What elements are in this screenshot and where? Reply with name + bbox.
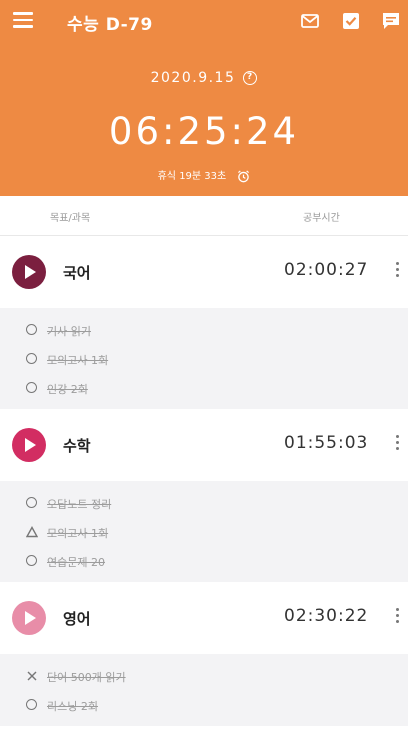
- study-clock: 06:25:24: [108, 110, 300, 153]
- task-item[interactable]: 기사 읽기: [0, 316, 408, 345]
- task-label: 모의고사 1회: [47, 354, 109, 367]
- task-label: 모의고사 1회: [47, 527, 109, 540]
- rest-timer: 휴식 19분 33초: [0, 167, 408, 183]
- play-icon[interactable]: [12, 428, 46, 462]
- app-screen: 수능 D-79 2020.9.15? 06:25:24 휴식 19분 33초 목…: [0, 0, 408, 744]
- task-label: 연습문제 20: [47, 556, 105, 569]
- play-icon[interactable]: [12, 601, 46, 635]
- alarm-icon[interactable]: [237, 169, 250, 183]
- subject-name: 국어: [63, 264, 91, 282]
- circle-mark-icon: [26, 497, 37, 508]
- task-label: 단어 500개 읽기: [47, 671, 126, 684]
- checkbox-icon[interactable]: [341, 11, 361, 31]
- task-item[interactable]: 모의고사 1회: [0, 345, 408, 374]
- mail-icon[interactable]: [300, 11, 320, 31]
- help-icon[interactable]: ?: [243, 71, 258, 85]
- circle-mark-icon: [26, 382, 37, 393]
- column-goal-subject: 목표/과목: [50, 213, 91, 224]
- task-item[interactable]: 리스닝 2회: [0, 691, 408, 720]
- top-bar: 수능 D-79: [0, 0, 408, 44]
- task-label: 리스닝 2회: [47, 700, 98, 713]
- header: 수능 D-79 2020.9.15? 06:25:24 휴식 19분 33초: [0, 0, 408, 196]
- task-list: 기사 읽기 모의고사 1회 인강 2회: [0, 308, 408, 409]
- task-item[interactable]: 인강 2회: [0, 374, 408, 403]
- more-vertical-icon[interactable]: [394, 608, 400, 626]
- subject-row[interactable]: 국어 02:00:27: [0, 236, 408, 308]
- task-item[interactable]: 모의고사 1회: [0, 518, 408, 547]
- rest-time: 19분 33초: [179, 171, 227, 182]
- subject-time: 02:30:22: [284, 606, 369, 626]
- date-row: 2020.9.15?: [0, 70, 408, 86]
- circle-mark-icon: [26, 555, 37, 566]
- menu-icon[interactable]: [13, 12, 33, 28]
- task-list: 단어 500개 읽기 리스닝 2회: [0, 654, 408, 726]
- task-item[interactable]: 오답노트 정리: [0, 489, 408, 518]
- x-mark-icon: [27, 671, 37, 681]
- subject-time: 01:55:03: [284, 433, 369, 453]
- subject-block: 수학 01:55:03 오답노트 정리 모의고사 1회 연습문제 20: [0, 409, 408, 582]
- task-list: 오답노트 정리 모의고사 1회 연습문제 20: [0, 481, 408, 582]
- more-vertical-icon[interactable]: [394, 262, 400, 280]
- task-label: 오답노트 정리: [47, 498, 112, 511]
- play-icon[interactable]: [12, 255, 46, 289]
- subject-block: 국어 02:00:27 기사 읽기 모의고사 1회 인강 2회: [0, 236, 408, 409]
- task-item[interactable]: 단어 500개 읽기: [0, 662, 408, 691]
- date-text: 2020.9.15: [150, 70, 236, 86]
- column-headers: 목표/과목 공부시간: [0, 196, 408, 236]
- triangle-mark-icon: [26, 526, 38, 538]
- subject-name: 수학: [63, 437, 91, 455]
- task-label: 기사 읽기: [47, 325, 91, 338]
- circle-mark-icon: [26, 699, 37, 710]
- more-vertical-icon[interactable]: [394, 435, 400, 453]
- subject-time: 02:00:27: [284, 260, 369, 280]
- subject-row[interactable]: 영어 02:30:22: [0, 582, 408, 654]
- task-item[interactable]: 연습문제 20: [0, 547, 408, 576]
- task-label: 인강 2회: [47, 383, 88, 396]
- column-study-time: 공부시간: [303, 213, 340, 224]
- circle-mark-icon: [26, 324, 37, 335]
- app-title: 수능 D-79: [67, 15, 153, 35]
- subject-row[interactable]: 수학 01:55:03: [0, 409, 408, 481]
- subject-name: 영어: [63, 610, 91, 628]
- chat-icon[interactable]: [381, 11, 401, 31]
- circle-mark-icon: [26, 353, 37, 364]
- rest-label: 휴식: [157, 171, 176, 182]
- subject-block: 영어 02:30:22 단어 500개 읽기 리스닝 2회: [0, 582, 408, 726]
